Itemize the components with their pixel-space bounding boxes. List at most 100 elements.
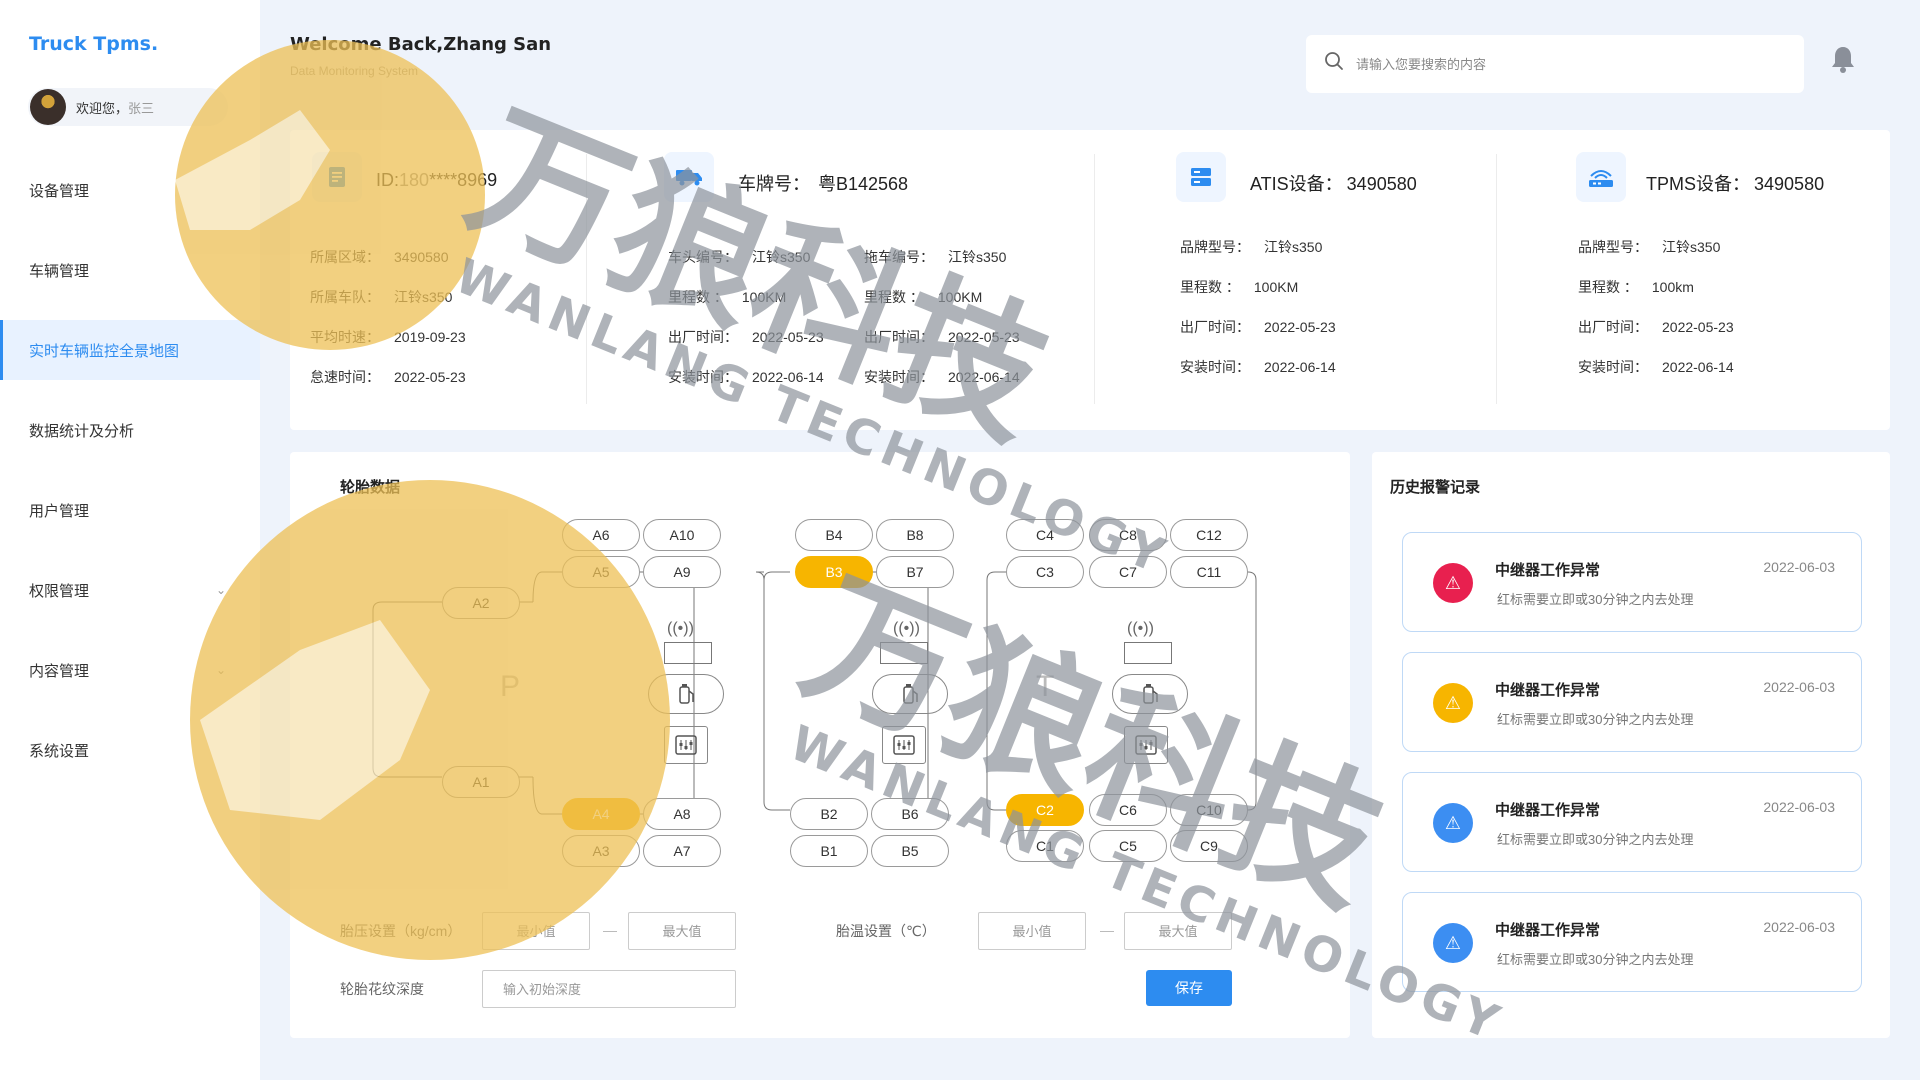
tire-a10[interactable]: A10 <box>643 519 721 551</box>
tire-b4[interactable]: B4 <box>795 519 873 551</box>
search-bar[interactable] <box>1306 35 1804 93</box>
tire-b1[interactable]: B1 <box>790 835 868 867</box>
sidebar-item-live-map[interactable]: 实时车辆监控全景地图 <box>0 320 260 380</box>
tire-a3[interactable]: A3 <box>562 835 640 867</box>
alarm-item[interactable]: ⚠ 中继器工作异常 红标需要立即或30分钟之内去处理 2022-06-03 <box>1402 532 1862 632</box>
alarm-item[interactable]: ⚠ 中继器工作异常 红标需要立即或30分钟之内去处理 2022-06-03 <box>1402 892 1862 992</box>
alarm-item[interactable]: ⚠ 中继器工作异常 红标需要立即或30分钟之内去处理 2022-06-03 <box>1402 652 1862 752</box>
alarm-description: 红标需要立即或30分钟之内去处理 <box>1497 952 1694 967</box>
info-value: 2022-05-23 <box>1662 319 1734 335</box>
temperature-setting-label: 胎温设置（℃） <box>836 923 936 939</box>
alarm-date: 2022-06-03 <box>1763 799 1835 815</box>
tire-b8[interactable]: B8 <box>876 519 954 551</box>
pressure-max-input[interactable] <box>628 912 736 950</box>
id-prefix: ID: <box>376 170 400 190</box>
tire-b7[interactable]: B7 <box>876 556 954 588</box>
tire-c12[interactable]: C12 <box>1170 519 1248 551</box>
signal-icon: ((•)) <box>1127 620 1154 637</box>
tire-a7[interactable]: A7 <box>643 835 721 867</box>
search-icon <box>1324 51 1344 77</box>
info-row-atis-model: 品牌型号： 江铃s350 <box>1180 237 1322 257</box>
atis-title: ATIS设备： 3490580 <box>1250 170 1417 196</box>
sidebar-item-label: 数据统计及分析 <box>29 422 135 440</box>
info-value: 江铃s350 <box>394 289 453 305</box>
info-value: 2022-05-23 <box>752 329 824 345</box>
info-key: 品牌型号： <box>1180 239 1250 255</box>
info-row-region: 所属区域： 3490580 <box>310 247 449 267</box>
pressure-min-input[interactable] <box>482 912 590 950</box>
truck-icon <box>664 152 714 202</box>
tire-a6[interactable]: A6 <box>562 519 640 551</box>
tire-a4[interactable]: A4 <box>562 798 640 830</box>
alarm-item[interactable]: ⚠ 中继器工作异常 红标需要立即或30分钟之内去处理 2022-06-03 <box>1402 772 1862 872</box>
tire-c6[interactable]: C6 <box>1089 794 1167 826</box>
pump-icon[interactable] <box>1112 674 1188 714</box>
info-row-avg-speed: 平均时速： 2019-09-23 <box>310 327 466 347</box>
atis-value: 3490580 <box>1346 174 1417 194</box>
tire-c7[interactable]: C7 <box>1089 556 1167 588</box>
sidebar-item-permissions[interactable]: 权限管理 ⌄ <box>0 560 260 620</box>
tire-a8[interactable]: A8 <box>643 798 721 830</box>
controller-icon[interactable] <box>664 726 708 764</box>
tire-c11[interactable]: C11 <box>1170 556 1248 588</box>
card-divider <box>1094 154 1095 404</box>
info-key: 车头编号： <box>668 249 738 265</box>
pump-icon[interactable] <box>648 674 724 714</box>
tire-b5[interactable]: B5 <box>871 835 949 867</box>
search-input[interactable] <box>1356 56 1756 72</box>
tire-b3[interactable]: B3 <box>795 556 873 588</box>
tire-a1[interactable]: A1 <box>442 766 520 798</box>
tire-a9[interactable]: A9 <box>643 556 721 588</box>
temperature-min-input[interactable] <box>978 912 1086 950</box>
tire-c3[interactable]: C3 <box>1006 556 1084 588</box>
range-dash <box>1100 931 1114 932</box>
tire-c9[interactable]: C9 <box>1170 830 1248 862</box>
info-row-atis-factory-date: 出厂时间： 2022-05-23 <box>1180 317 1336 337</box>
pump-icon[interactable] <box>872 674 948 714</box>
sidebar-item-vehicle-management[interactable]: 车辆管理 <box>0 240 260 300</box>
info-key: 出厂时间： <box>1578 319 1648 335</box>
tire-a2[interactable]: A2 <box>442 587 520 619</box>
tire-b6[interactable]: B6 <box>871 798 949 830</box>
tire-c10[interactable]: C10 <box>1170 794 1248 826</box>
sidebar-item-device-management[interactable]: 设备管理 <box>0 160 260 220</box>
sidebar-item-settings[interactable]: 系统设置 <box>0 720 260 780</box>
info-value: 2022-05-23 <box>948 329 1020 345</box>
sidebar-item-label: 系统设置 <box>29 742 90 760</box>
info-key: 所属车队： <box>310 289 380 305</box>
tire-c2[interactable]: C2 <box>1006 794 1084 826</box>
alarm-description: 红标需要立即或30分钟之内去处理 <box>1497 832 1694 847</box>
greeting-text: 欢迎您， <box>76 100 129 116</box>
tread-depth-input[interactable] <box>482 970 736 1008</box>
info-key: 怠速时间： <box>310 369 380 385</box>
tire-a5[interactable]: A5 <box>562 556 640 588</box>
info-row-tpms-factory-date: 出厂时间： 2022-05-23 <box>1578 317 1734 337</box>
alarm-description: 红标需要立即或30分钟之内去处理 <box>1497 592 1694 607</box>
bell-icon[interactable] <box>1830 45 1856 80</box>
temperature-max-input[interactable] <box>1124 912 1232 950</box>
info-row-tpms-install-date: 安装时间： 2022-06-14 <box>1578 357 1734 377</box>
info-key: 出厂时间： <box>864 329 934 345</box>
tire-c4[interactable]: C4 <box>1006 519 1084 551</box>
info-row-tpms-model: 品牌型号： 江铃s350 <box>1578 237 1720 257</box>
tire-c1[interactable]: C1 <box>1006 830 1084 862</box>
sidebar-item-statistics[interactable]: 数据统计及分析 <box>0 400 260 460</box>
tire-c5[interactable]: C5 <box>1089 830 1167 862</box>
info-row-factory-date: 出厂时间： 2022-05-23 <box>668 327 824 347</box>
alarm-siren-icon: ⚠ <box>1433 803 1473 843</box>
controller-icon[interactable] <box>1124 726 1168 764</box>
app-logo[interactable]: Truck Tpms. <box>29 33 158 55</box>
avatar[interactable] <box>30 89 66 125</box>
user-pill[interactable]: 欢迎您， 张三 <box>28 88 228 126</box>
plate-label: 车牌号： <box>738 174 810 194</box>
tpms-label: TPMS设备： <box>1646 174 1751 194</box>
controller-icon[interactable] <box>882 726 926 764</box>
sidebar-item-user-management[interactable]: 用户管理 <box>0 480 260 540</box>
tire-c8[interactable]: C8 <box>1089 519 1167 551</box>
sidebar-item-content[interactable]: 内容管理 ⌄ <box>0 640 260 700</box>
save-button[interactable]: 保存 <box>1146 970 1232 1006</box>
info-value: 2022-05-23 <box>394 369 466 385</box>
alarm-title: 中继器工作异常 <box>1495 922 1601 939</box>
info-key: 里程数 ： <box>864 289 924 305</box>
tire-b2[interactable]: B2 <box>790 798 868 830</box>
